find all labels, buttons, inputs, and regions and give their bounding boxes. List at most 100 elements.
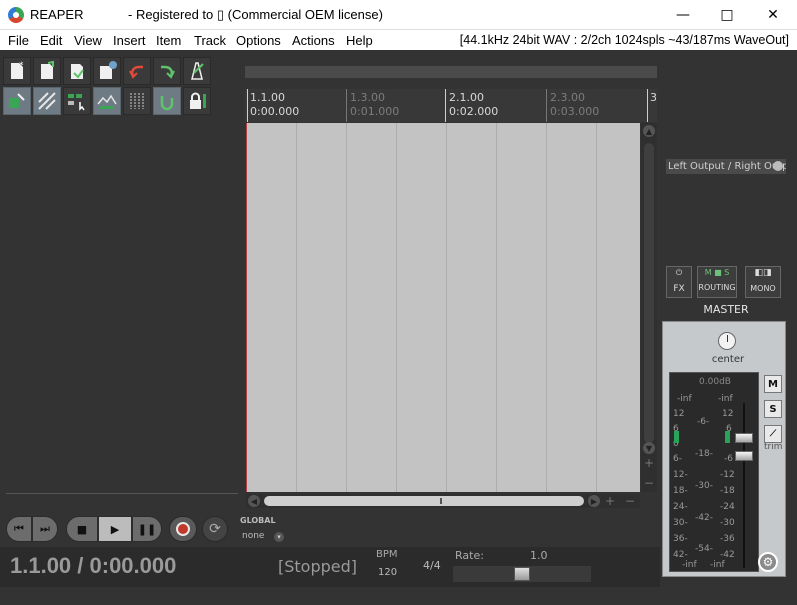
window-title: REAPER — [30, 7, 84, 22]
ruler-time-label: 0:02.000 — [449, 105, 499, 118]
vertical-scrollbar[interactable]: ▲ ▼ + − — [641, 123, 657, 492]
menu-item[interactable]: Item — [156, 33, 181, 48]
grid-line — [546, 123, 547, 492]
project-settings-button[interactable] — [93, 57, 121, 85]
go-to-end-button[interactable]: ⏭ — [32, 516, 58, 542]
arrange-view[interactable] — [246, 123, 640, 492]
zoom-out-vertical-icon[interactable]: − — [643, 476, 655, 490]
scroll-down-icon[interactable]: ▼ — [643, 442, 655, 454]
horizontal-scrollbar[interactable]: ◀ ▶ + − — [246, 494, 640, 508]
meter-scale-label: 24- — [673, 502, 688, 512]
routing-button[interactable]: M ■ S ROUTING — [697, 266, 737, 298]
menu-options[interactable]: Options — [236, 33, 281, 48]
new-project-button[interactable]: * — [3, 57, 31, 85]
playrate-slider-thumb[interactable] — [514, 567, 530, 581]
ruler-time-label: 0:00.000 — [250, 105, 300, 118]
routing-label: ROUTING — [698, 283, 736, 292]
status-bar: 1.1.00 / 0:00.000 [Stopped] BPM 120 4/4 … — [0, 547, 660, 587]
zoom-in-horizontal-icon[interactable]: + — [604, 494, 616, 508]
menu-track[interactable]: Track — [194, 33, 226, 48]
zoom-out-horizontal-icon[interactable]: − — [624, 494, 636, 508]
solo-button[interactable]: S — [764, 400, 782, 418]
main-toolbar: * — [3, 57, 213, 117]
meter-scale-label: 12 — [673, 409, 685, 419]
repeat-button[interactable]: ⟳ — [202, 516, 228, 542]
mono-icon: ◧◨ — [754, 268, 772, 278]
zoom-in-vertical-icon[interactable]: + — [643, 456, 655, 470]
horizontal-scroll-thumb[interactable] — [264, 496, 584, 506]
ruler-time-label: 0:03.000 — [550, 105, 600, 118]
menu-actions[interactable]: Actions — [292, 33, 335, 48]
meter-center-label: -42- — [695, 513, 713, 523]
master-output-label[interactable]: Left Output / Right Output — [666, 159, 786, 174]
grid-line — [596, 123, 597, 492]
meter-scale-label: -36 — [720, 534, 735, 544]
stop-icon: ■ — [76, 522, 88, 536]
master-channel-strip: center 0.00dB -inf 12 6 0 6- 12- 18- 24-… — [662, 321, 786, 577]
repeat-icon: ⟳ — [209, 521, 221, 537]
time-signature[interactable]: 4/4 — [423, 559, 441, 572]
pause-button[interactable]: ❚❚ — [132, 516, 162, 542]
grid-lines-button[interactable] — [123, 87, 151, 115]
menu-view[interactable]: View — [74, 33, 102, 48]
envelope-follow-button[interactable] — [93, 87, 121, 115]
envelope-button[interactable]: ⟋ — [764, 425, 782, 443]
ruler-bar-label: 2.3.00 — [550, 91, 585, 104]
menu-file[interactable]: File — [8, 33, 29, 48]
redo-button[interactable] — [153, 57, 181, 85]
lock-button[interactable] — [183, 87, 211, 115]
minimize-button[interactable]: — — [660, 0, 706, 30]
playrate-slider[interactable] — [453, 566, 591, 582]
fx-button[interactable]: ⏻ FX — [666, 266, 692, 298]
volume-fader-cap[interactable] — [735, 451, 753, 461]
meter-scale-label: -24 — [720, 502, 735, 512]
scroll-up-icon[interactable]: ▲ — [643, 125, 655, 137]
pan-label: center — [711, 354, 745, 365]
volume-fader-cap[interactable] — [735, 433, 753, 443]
ruler-mark: 1.1.00 0:00.000 — [247, 89, 299, 122]
ripple-edit-button[interactable] — [33, 87, 61, 115]
grid-snap-button[interactable] — [3, 87, 31, 115]
automation-dropdown-icon[interactable]: ▾ — [274, 532, 284, 542]
timeline-ruler[interactable]: 1.1.00 0:00.000 1.3.00 0:01.000 2.1.00 0… — [245, 89, 657, 122]
save-project-button[interactable] — [63, 57, 91, 85]
mute-button[interactable]: M — [764, 375, 782, 393]
item-grouping-button[interactable] — [63, 87, 91, 115]
close-button[interactable]: ✕ — [750, 0, 796, 30]
pan-knob[interactable] — [718, 332, 736, 350]
grid-snap-icon — [9, 93, 25, 108]
global-automation-label[interactable]: GLOBAL — [240, 516, 276, 525]
menu-edit[interactable]: Edit — [40, 33, 62, 48]
maximize-button[interactable]: □ — [704, 0, 750, 30]
title-bar: REAPER - Registered to ▯ (Commercial OEM… — [0, 0, 797, 30]
scroll-left-icon[interactable]: ◀ — [248, 495, 260, 507]
scroll-center-tick — [440, 498, 442, 504]
bpm-value[interactable]: 120 — [378, 567, 397, 578]
audio-device-status[interactable]: [44.1kHz 24bit WAV : 2/2ch 1024spls ~43/… — [460, 33, 789, 47]
scroll-right-icon[interactable]: ▶ — [588, 495, 600, 507]
mono-button[interactable]: ◧◨ MONO — [745, 266, 781, 298]
meter-scale-label: 42- — [673, 550, 688, 560]
vertical-scroll-thumb[interactable] — [644, 143, 654, 443]
meter-scale-label: -inf — [677, 394, 692, 404]
go-to-start-button[interactable]: ⏮ — [6, 516, 32, 542]
undo-button[interactable] — [123, 57, 151, 85]
play-button[interactable]: ▶ — [98, 516, 132, 542]
open-project-button[interactable] — [33, 57, 61, 85]
position-display[interactable]: 1.1.00 / 0:00.000 — [10, 553, 176, 579]
metronome-button[interactable] — [183, 57, 211, 85]
registration-text: - Registered to ▯ (Commercial OEM licens… — [128, 7, 383, 22]
loop-points-button[interactable] — [153, 87, 181, 115]
routing-status-icon: M ■ S — [704, 268, 730, 277]
menu-bar: File Edit View Insert Item Track Options… — [0, 30, 797, 50]
ruler-mark: 2.3.00 0:03.000 — [546, 89, 599, 122]
stop-button[interactable]: ■ — [66, 516, 98, 542]
record-button[interactable] — [169, 516, 197, 542]
gear-icon[interactable]: ⚙ — [758, 552, 778, 572]
menu-help[interactable]: Help — [346, 33, 373, 48]
automation-mode-select[interactable]: none — [242, 531, 264, 541]
lock-icon — [190, 92, 206, 109]
menu-insert[interactable]: Insert — [113, 33, 146, 48]
output-dropdown-icon[interactable] — [773, 161, 783, 171]
meter-scale-label: -30 — [720, 518, 735, 528]
